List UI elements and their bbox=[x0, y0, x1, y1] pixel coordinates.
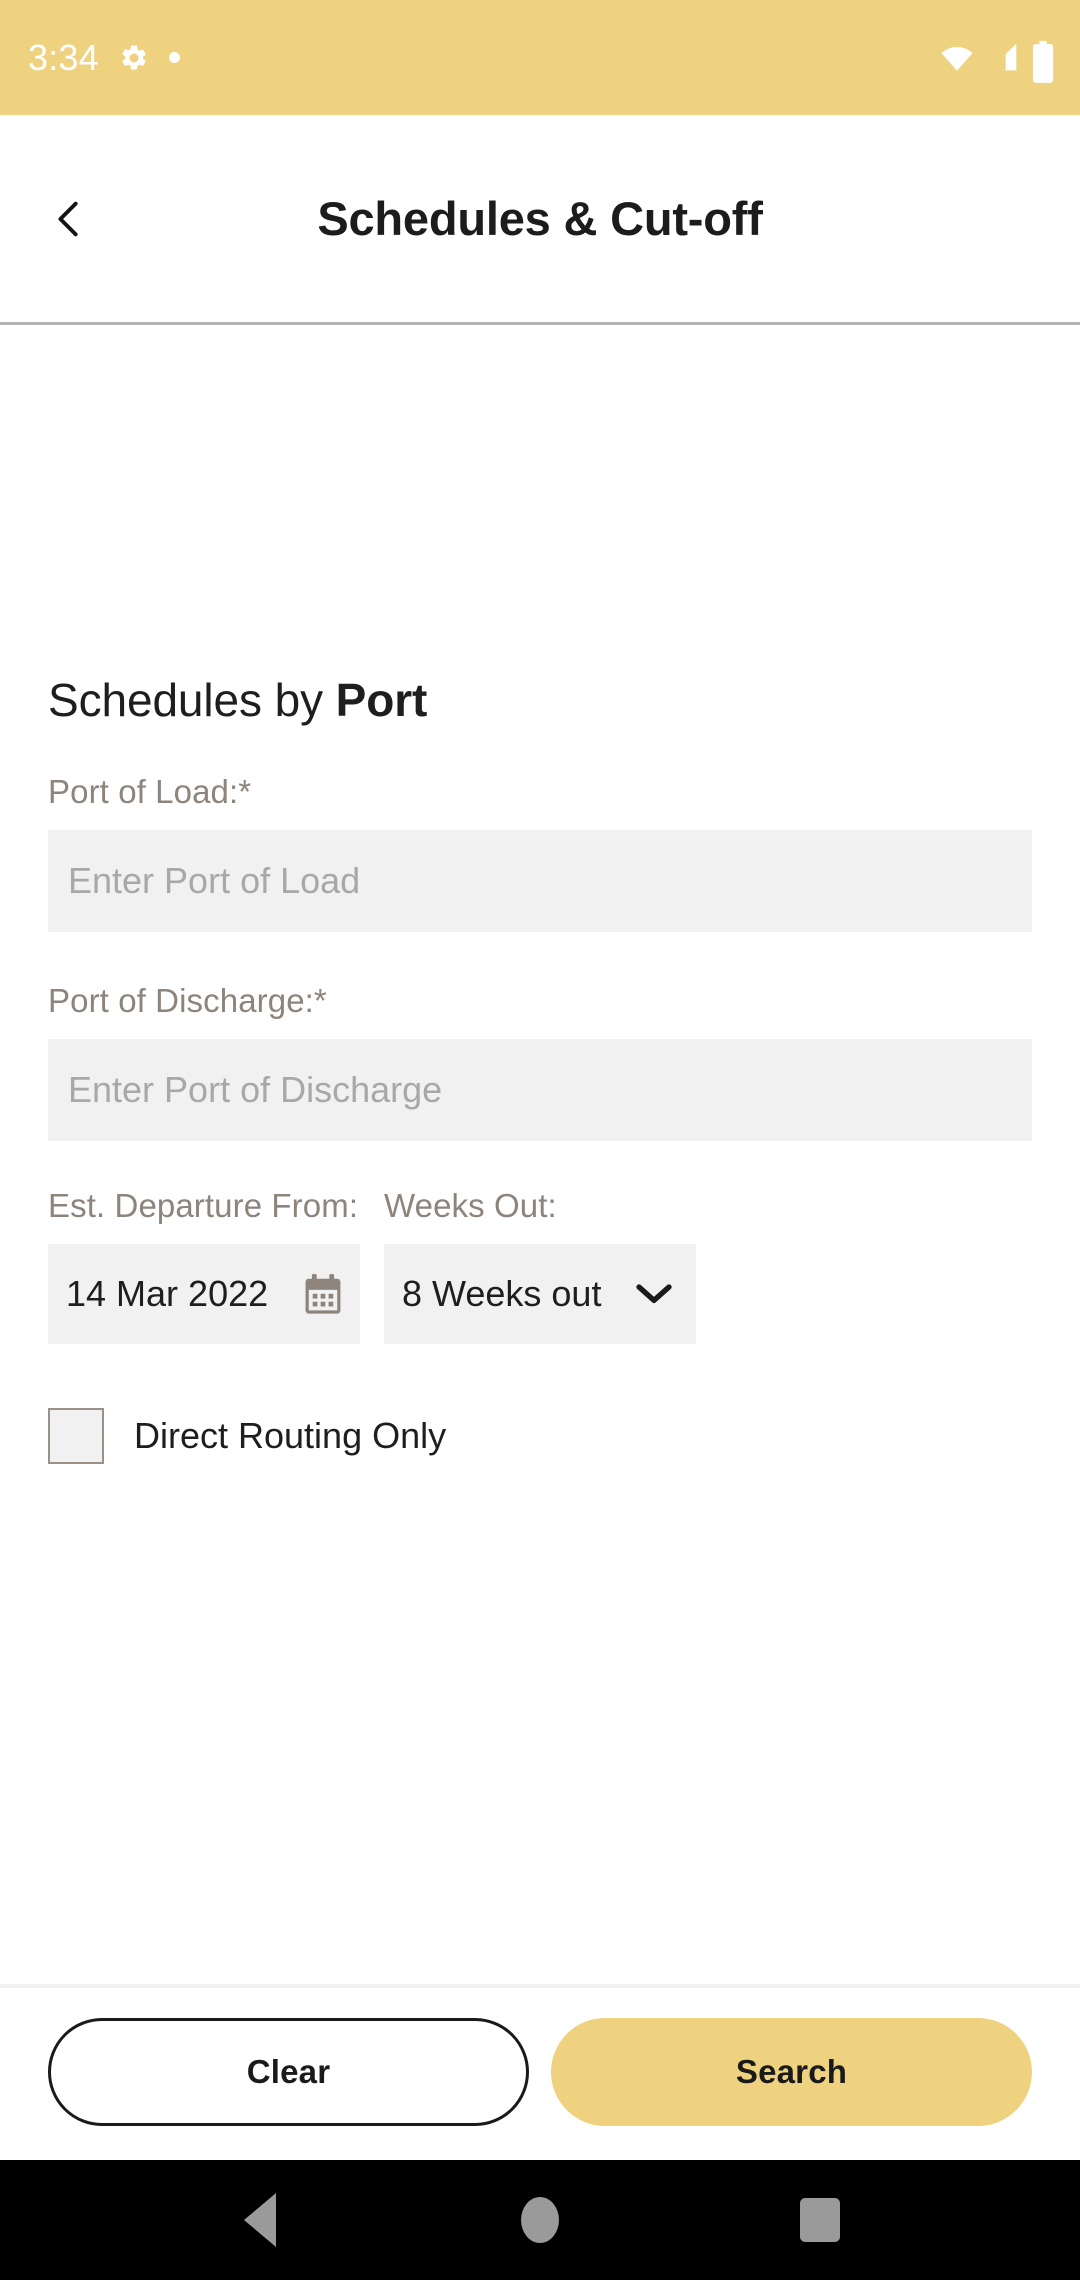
departure-date-value: 14 Mar 2022 bbox=[66, 1273, 269, 1314]
direct-routing-label: Direct Routing Only bbox=[134, 1415, 447, 1456]
section-heading-prefix: Schedules by bbox=[48, 674, 336, 726]
phone-screen: 3:34 Schedules & Cut-off Schedules by Po… bbox=[0, 0, 1080, 2280]
weeks-out-value: 8 Weeks out bbox=[402, 1273, 602, 1314]
nav-back-button[interactable] bbox=[205, 2165, 315, 2275]
status-bar: 3:34 bbox=[0, 0, 1080, 115]
direct-routing-checkbox[interactable] bbox=[48, 1408, 104, 1464]
direct-routing-row: Direct Routing Only bbox=[48, 1408, 1032, 1464]
app-bar: Schedules & Cut-off bbox=[0, 115, 1080, 325]
wifi-icon bbox=[940, 41, 974, 75]
recents-square-icon bbox=[800, 2198, 840, 2242]
port-of-discharge-input[interactable]: Enter Port of Discharge bbox=[48, 1039, 1032, 1141]
chevron-left-icon bbox=[46, 196, 92, 242]
port-of-discharge-placeholder: Enter Port of Discharge bbox=[68, 1069, 443, 1110]
status-bar-right bbox=[940, 40, 1054, 83]
port-of-load-input[interactable]: Enter Port of Load bbox=[48, 830, 1032, 932]
battery-icon bbox=[1032, 40, 1054, 83]
back-triangle-icon bbox=[244, 2193, 276, 2247]
back-button[interactable] bbox=[38, 188, 100, 250]
cellular-signal-icon bbox=[987, 41, 1019, 75]
field-port-of-discharge: Port of Discharge:* Enter Port of Discha… bbox=[48, 984, 1032, 1141]
action-bar: Clear Search bbox=[0, 1984, 1080, 2160]
departure-date-picker[interactable]: 14 Mar 2022 bbox=[48, 1244, 360, 1344]
port-of-discharge-label: Port of Discharge:* bbox=[48, 982, 327, 1019]
dot-indicator bbox=[168, 52, 180, 63]
status-bar-left: 3:34 bbox=[28, 36, 180, 78]
clear-button[interactable]: Clear bbox=[48, 2018, 529, 2126]
section-heading-emphasis: Port bbox=[335, 674, 428, 726]
nav-home-button[interactable] bbox=[485, 2165, 595, 2275]
nav-recents-button[interactable] bbox=[765, 2165, 875, 2275]
android-nav-bar bbox=[0, 2160, 1080, 2280]
chevron-down-icon bbox=[634, 1282, 674, 1306]
field-port-of-load: Port of Load:* Enter Port of Load bbox=[48, 775, 1032, 932]
calendar-icon bbox=[304, 1274, 342, 1314]
departure-weeks-row: Est. Departure From: 14 Mar 2022 Weeks O… bbox=[48, 1189, 1032, 1344]
form-content: Schedules by Port Port of Load:* Enter P… bbox=[0, 325, 1080, 1984]
search-button[interactable]: Search bbox=[551, 2018, 1032, 2126]
gear-icon bbox=[119, 43, 149, 73]
page-title: Schedules & Cut-off bbox=[317, 192, 763, 245]
status-bar-clock: 3:34 bbox=[28, 36, 99, 78]
weeks-out-label: Weeks Out: bbox=[384, 1187, 557, 1224]
port-of-load-placeholder: Enter Port of Load bbox=[68, 860, 361, 901]
field-departure-from: Est. Departure From: 14 Mar 2022 bbox=[48, 1189, 360, 1344]
section-heading: Schedules by Port bbox=[48, 677, 1032, 723]
departure-from-label: Est. Departure From: bbox=[48, 1187, 359, 1224]
home-circle-icon bbox=[521, 2197, 559, 2243]
weeks-out-select[interactable]: 8 Weeks out bbox=[384, 1244, 696, 1344]
field-weeks-out: Weeks Out: 8 Weeks out bbox=[384, 1189, 696, 1344]
port-of-load-label: Port of Load:* bbox=[48, 773, 252, 810]
